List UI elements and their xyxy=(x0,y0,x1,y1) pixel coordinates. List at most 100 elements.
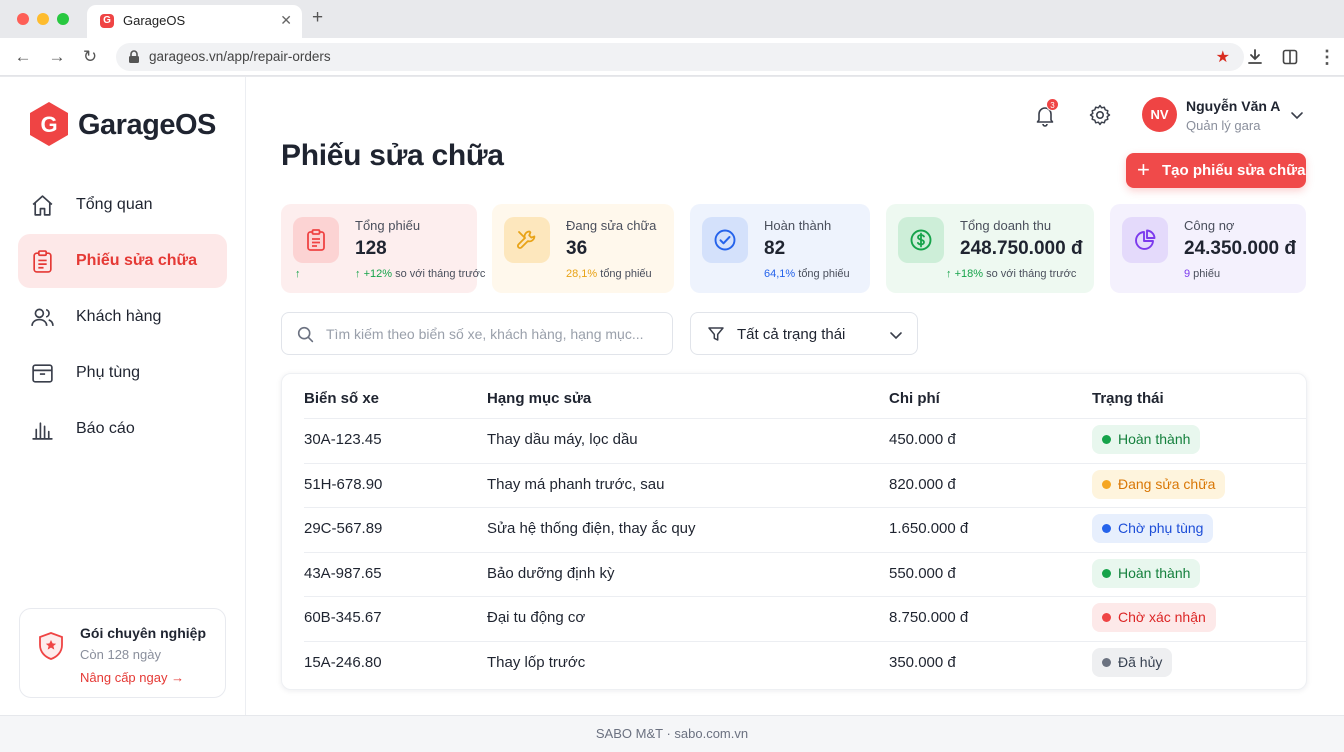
status-badge[interactable]: Hoàn thành xyxy=(1092,425,1201,454)
url-text: garageos.vn/app/repair-orders xyxy=(149,49,331,64)
footer: SABO M&T · sabo.com.vn xyxy=(0,715,1344,752)
column-header-cost[interactable]: Chi phí xyxy=(889,390,940,407)
table-row[interactable]: 29C-567.89 Sửa hệ thống điện, thay ắc quy… xyxy=(282,507,1308,551)
tab-title: GarageOS xyxy=(123,13,186,28)
download-icon[interactable] xyxy=(1246,48,1264,66)
stat-card-revenue: Tổng doanh thu 248.750.000 đ ↑ +18% so v… xyxy=(886,204,1094,293)
stat-note-highlight: +12% xyxy=(363,268,393,280)
status-badge[interactable]: Chờ phụ tùng xyxy=(1092,514,1214,543)
stat-note-highlight: 28,1% xyxy=(566,268,598,280)
stat-card-completed: Hoàn thành 82 64,1% tổng phiếu xyxy=(690,204,870,293)
stat-note: ↑ +18% so với tháng trước xyxy=(946,268,1077,280)
sidebar-item-repair-orders[interactable]: Phiếu sửa chữa xyxy=(18,234,227,288)
column-header-status[interactable]: Trạng thái xyxy=(1092,390,1164,407)
url-field[interactable]: garageos.vn/app/repair-orders ★ xyxy=(116,43,1244,71)
column-header-plate[interactable]: Biển số xe xyxy=(304,390,379,407)
row-divider xyxy=(304,418,1306,419)
maximize-window-button[interactable] xyxy=(57,13,69,25)
status-filter-dropdown[interactable]: Tất cả trạng thái xyxy=(690,312,918,355)
stat-label: Tổng doanh thu xyxy=(960,218,1052,233)
shield-icon xyxy=(39,632,63,660)
stat-note: 64,1% tổng phiếu xyxy=(764,268,850,280)
avatar[interactable]: NV xyxy=(1142,97,1177,132)
bar-chart-icon xyxy=(32,422,53,440)
stat-label: Hoàn thành xyxy=(764,218,832,233)
more-menu-icon[interactable]: ⋮ xyxy=(1316,46,1338,68)
main-content: 3 NV Nguyễn Văn A Quản lý gara Phiếu sửa… xyxy=(246,77,1344,715)
sidebar-item-reports[interactable]: Báo cáo xyxy=(18,402,227,456)
stat-label: Công nợ xyxy=(1184,218,1235,233)
row-divider xyxy=(304,462,1306,464)
check-circle-icon xyxy=(702,217,748,263)
lock-icon xyxy=(129,50,139,63)
sidebar-item-label: Phiếu sửa chữa xyxy=(76,252,197,269)
logo-hex-icon: G xyxy=(30,102,68,146)
status-dot-icon xyxy=(1102,613,1111,622)
create-repair-order-button[interactable]: + Tạo phiếu sửa chữa xyxy=(1126,153,1306,188)
column-header-service[interactable]: Hạng mục sửa xyxy=(487,390,591,407)
table-row[interactable]: 15A-246.80 Thay lốp trước 350.000 đ Đã hủy xyxy=(282,640,1308,685)
status-label: Chờ xác nhận xyxy=(1118,609,1206,625)
user-name[interactable]: Nguyễn Văn A xyxy=(1186,98,1280,114)
row-divider xyxy=(304,551,1306,553)
sidebar-toggle-icon[interactable] xyxy=(1281,48,1299,66)
table-row[interactable]: 60B-345.67 Đại tu động cơ 8.750.000 đ Chờ x… xyxy=(282,596,1308,640)
browser-tab[interactable]: G GarageOS ✕ xyxy=(87,5,302,38)
cell-plate: 51H-678.90 xyxy=(304,475,383,493)
status-dot-icon xyxy=(1102,435,1111,444)
status-label: Đang sửa chữa xyxy=(1118,475,1216,492)
stat-note-rest: tổng phiếu xyxy=(795,268,850,280)
new-tab-icon[interactable]: + xyxy=(312,7,323,29)
logo-text: GarageOS xyxy=(78,109,216,141)
cell-service: Thay má phanh trước, sau xyxy=(487,475,665,493)
box-icon xyxy=(32,364,53,383)
cell-cost: 820.000 đ xyxy=(889,475,956,493)
minimize-window-button[interactable] xyxy=(37,13,49,25)
plan-title: Gói chuyên nghiệp xyxy=(80,625,207,641)
table-row[interactable]: 43A-987.65 Bảo dưỡng định kỳ 550.000 đ Hoàn… xyxy=(282,551,1308,596)
notification-badge: 3 xyxy=(1046,98,1059,111)
status-badge[interactable]: Đang sửa chữa xyxy=(1092,469,1226,499)
status-label: Chờ phụ tùng xyxy=(1118,520,1204,536)
upgrade-link[interactable]: Nâng cấp ngay → xyxy=(80,670,184,685)
bookmark-star-icon[interactable]: ★ xyxy=(1216,47,1230,67)
table-row[interactable]: 51H-678.90 Thay má phanh trước, sau 820.00… xyxy=(282,462,1308,507)
cell-plate: 43A-987.65 xyxy=(304,564,382,582)
chevron-down-icon[interactable] xyxy=(1290,108,1304,122)
cell-cost: 1.650.000 đ xyxy=(889,520,969,537)
sidebar-item-customers[interactable]: Khách hàng xyxy=(18,290,227,344)
cell-cost: 450.000 đ xyxy=(889,431,956,448)
sidebar-item-parts[interactable]: Phụ tùng xyxy=(18,346,227,400)
status-badge[interactable]: Chờ xác nhận xyxy=(1092,603,1216,632)
cell-service: Sửa hệ thống điện, thay ắc quy xyxy=(487,520,696,537)
sidebar-item-label: Tổng quan xyxy=(76,196,153,213)
cell-plate: 60B-345.67 xyxy=(304,609,382,626)
dollar-circle-icon xyxy=(898,217,944,263)
close-window-button[interactable] xyxy=(17,13,29,25)
stat-card-debt: Công nợ 24.350.000 đ 9 phiếu xyxy=(1110,204,1306,293)
reload-icon[interactable]: ↻ xyxy=(79,46,101,68)
status-badge[interactable]: Đã hủy xyxy=(1092,647,1173,677)
plan-days-remaining: Còn 128 ngày xyxy=(80,647,161,662)
table-row[interactable]: 30A-123.45 Thay dầu máy, lọc dầu 450.000 đ… xyxy=(282,418,1308,462)
search-input[interactable] xyxy=(326,324,656,344)
status-dot-icon xyxy=(1102,657,1111,667)
close-tab-icon[interactable]: ✕ xyxy=(280,12,292,29)
gear-icon[interactable] xyxy=(1088,103,1112,127)
wrench-icon xyxy=(504,217,550,263)
sidebar-item-overview[interactable]: Tổng quan xyxy=(18,178,227,232)
stat-note-highlight: 64,1% xyxy=(764,268,796,280)
back-icon[interactable]: ← xyxy=(12,46,34,68)
plan-card: Gói chuyên nghiệp Còn 128 ngày Nâng cấp … xyxy=(19,608,226,698)
sidebar-item-label: Báo cáo xyxy=(76,420,135,437)
status-badge[interactable]: Hoàn thành xyxy=(1092,558,1201,588)
chevron-down-icon xyxy=(890,332,902,340)
status-dot-icon xyxy=(1102,479,1111,489)
status-dot-icon xyxy=(1102,524,1111,533)
cell-service: Bảo dưỡng định kỳ xyxy=(487,564,615,582)
row-divider xyxy=(304,507,1306,508)
cell-service: Thay lốp trước xyxy=(487,653,586,671)
forward-icon[interactable]: → xyxy=(46,46,68,68)
plus-icon: + xyxy=(1137,157,1150,182)
stat-label: Tổng phiếu xyxy=(355,218,421,233)
